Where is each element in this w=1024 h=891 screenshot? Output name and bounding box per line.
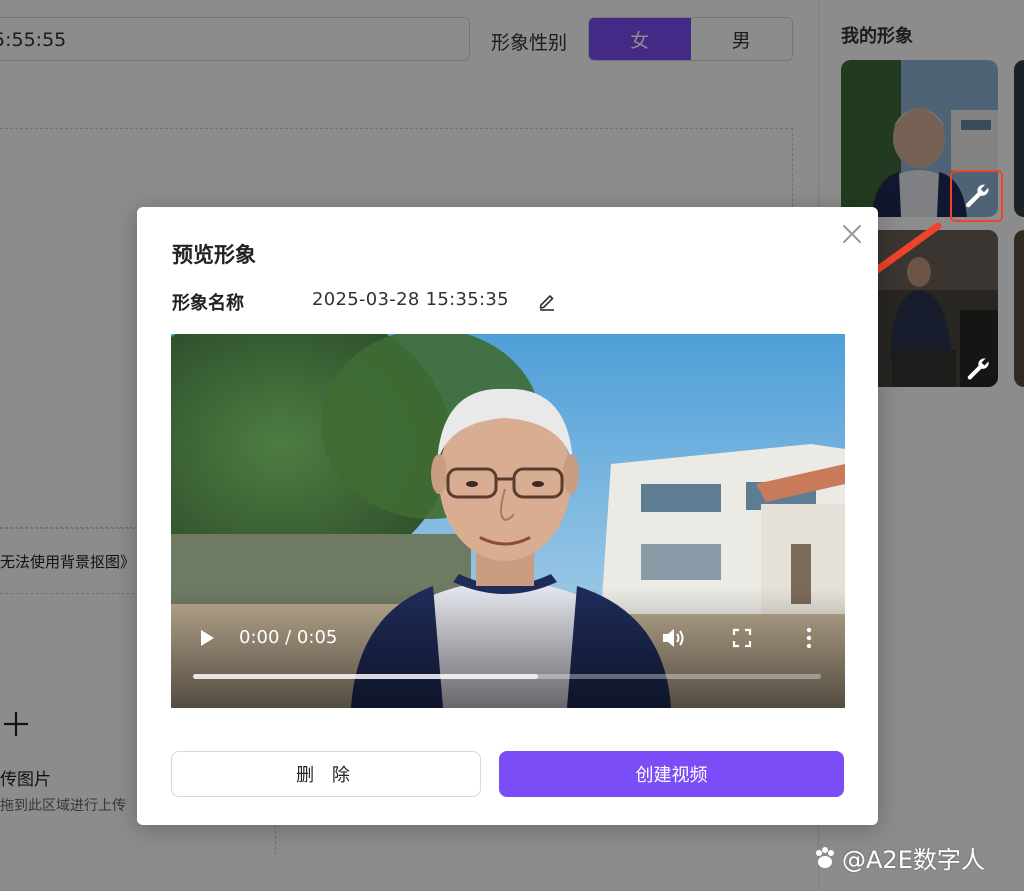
wrench-icon[interactable] — [958, 349, 998, 389]
wrench-highlight-box — [950, 170, 1003, 222]
close-icon[interactable] — [839, 221, 865, 247]
edit-icon[interactable] — [537, 291, 557, 311]
video-player[interactable]: 0:00 / 0:05 — [171, 334, 845, 708]
watermark: @A2E数字人 — [812, 840, 985, 875]
play-icon[interactable] — [197, 628, 217, 648]
delete-button[interactable]: 删 除 — [171, 751, 481, 797]
modal-title: 预览形象 — [172, 243, 256, 267]
paw-icon — [816, 846, 834, 868]
fullscreen-icon[interactable] — [732, 628, 752, 648]
create-video-button[interactable]: 创建视频 — [499, 751, 844, 797]
preview-avatar-modal: 预览形象 形象名称 2025-03-28 15:35:35 0:00 / 0:0… — [137, 207, 878, 825]
video-time: 0:00 / 0:05 — [239, 627, 338, 648]
watermark-text: @A2E数字人 — [842, 846, 985, 874]
avatar-name-value: 2025-03-28 15:35:35 — [312, 289, 509, 310]
video-progress-bar[interactable] — [193, 674, 821, 679]
more-vertical-icon[interactable] — [799, 626, 819, 650]
volume-icon[interactable] — [661, 626, 687, 650]
video-controls-shade — [171, 588, 845, 708]
avatar-name-label: 形象名称 — [172, 293, 244, 314]
video-buffer-fill — [193, 674, 539, 679]
